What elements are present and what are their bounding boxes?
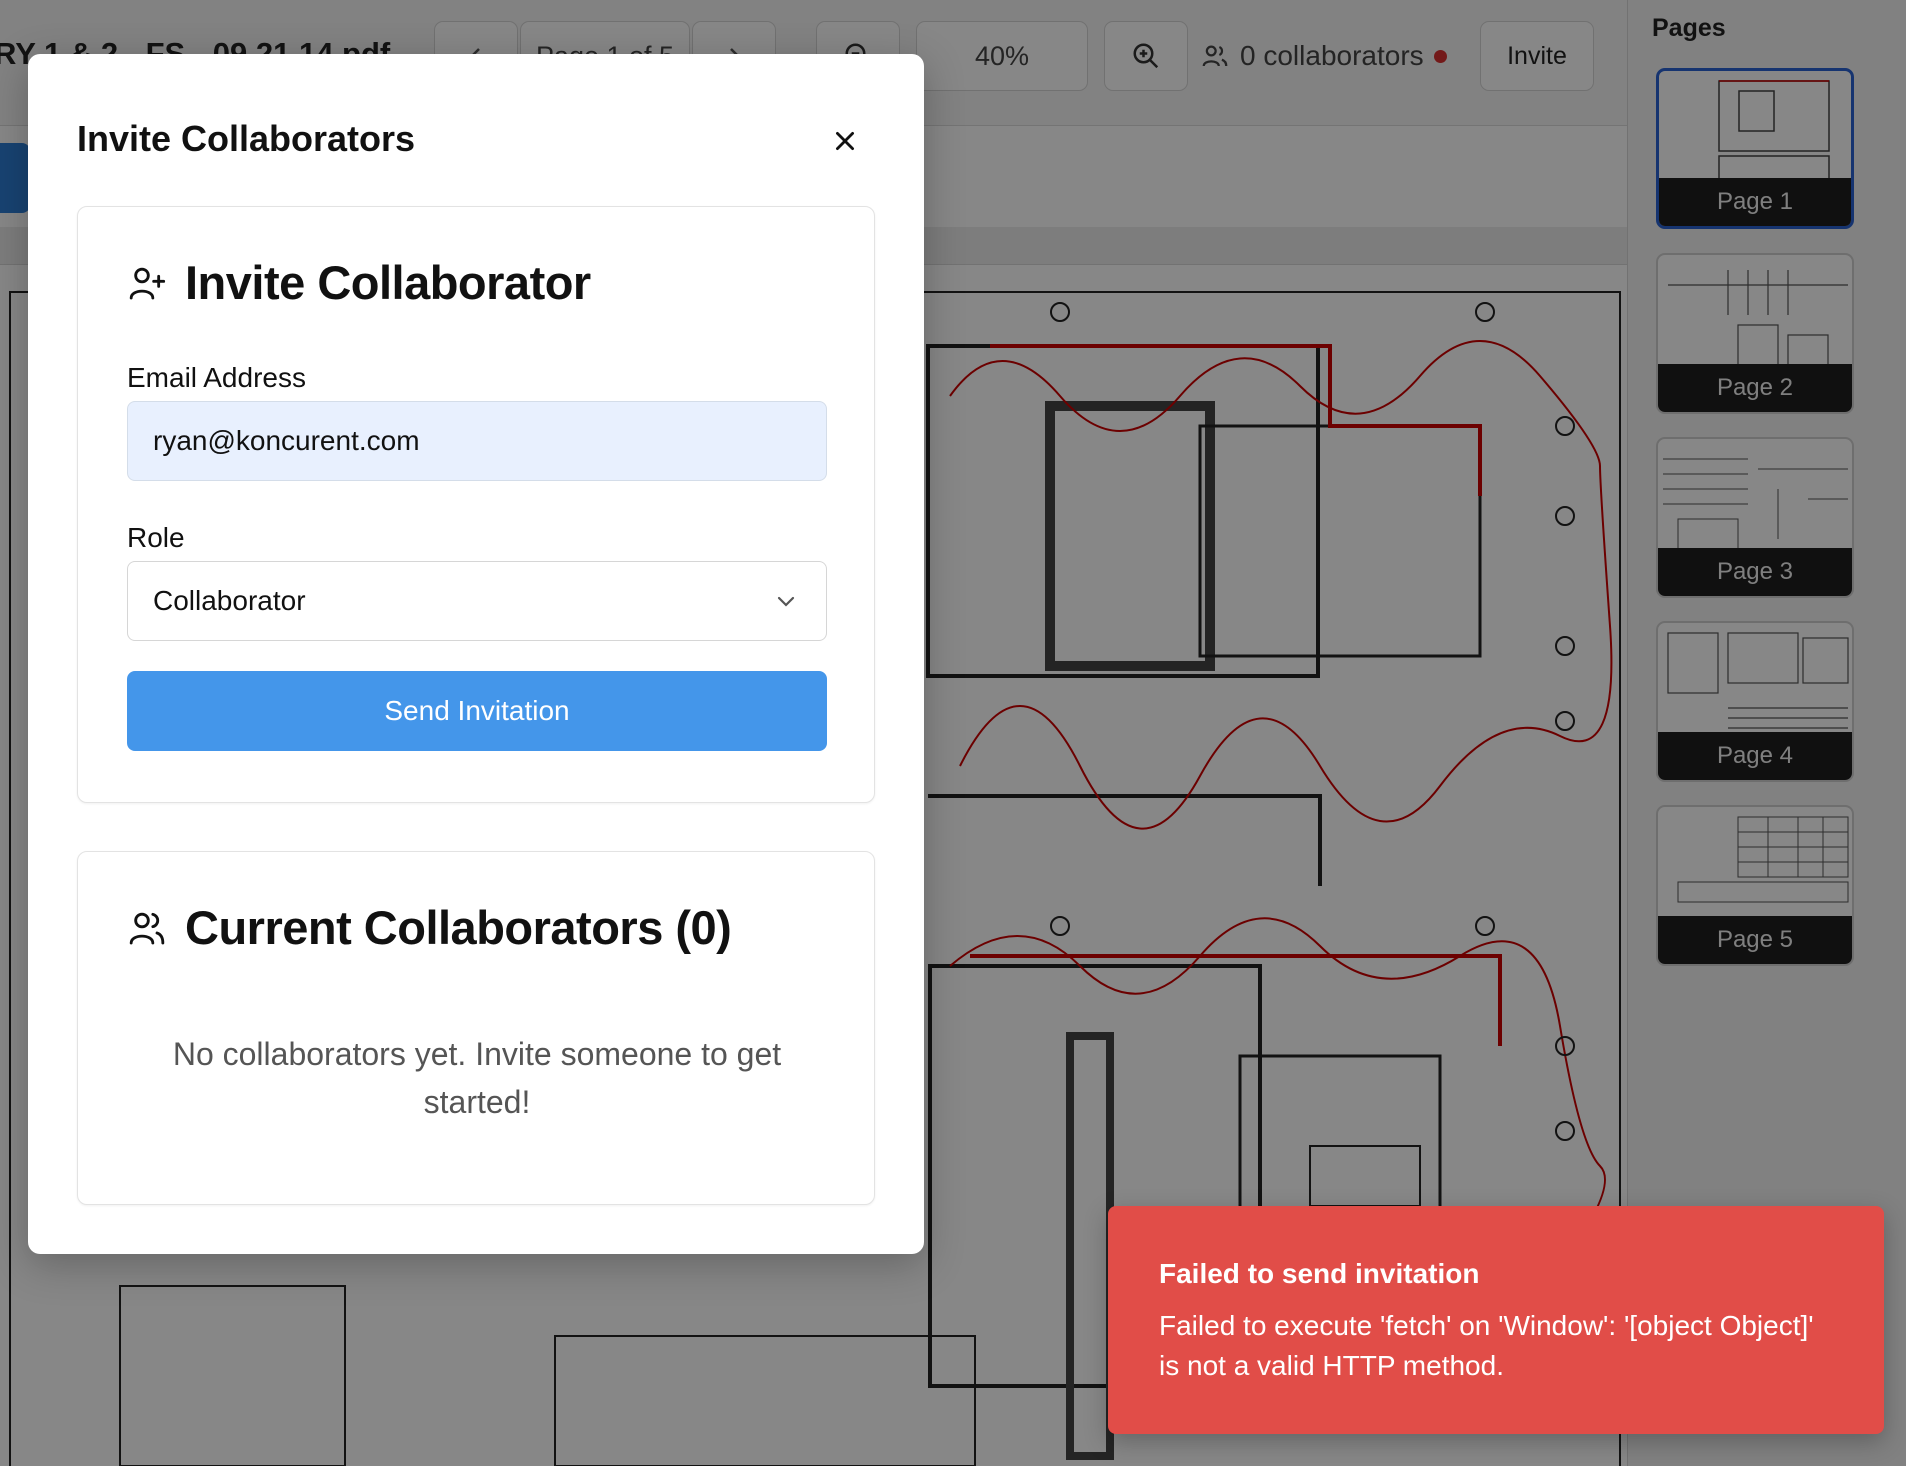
- error-toast[interactable]: Failed to send invitation Failed to exec…: [1108, 1206, 1884, 1434]
- invite-heading-text: Invite Collaborator: [185, 256, 591, 309]
- toast-message: Failed to execute 'fetch' on 'Window': '…: [1159, 1310, 1814, 1381]
- send-invitation-button[interactable]: Send Invitation: [127, 671, 827, 751]
- close-button[interactable]: [822, 118, 868, 164]
- current-collaborators-heading-text: Current Collaborators (0): [185, 901, 732, 954]
- email-label: Email Address: [127, 362, 306, 393]
- toast-title: Failed to send invitation: [1159, 1258, 1480, 1289]
- invite-heading: Invite Collaborator: [127, 255, 591, 310]
- email-field[interactable]: [127, 401, 827, 481]
- chevron-down-icon: [777, 596, 795, 607]
- role-selected-value: Collaborator: [153, 585, 306, 616]
- current-collaborators-heading: Current Collaborators (0): [127, 900, 732, 955]
- dialog-title: Invite Collaborators: [77, 118, 416, 159]
- current-collaborators-card: Current Collaborators (0) No collaborato…: [77, 851, 875, 1205]
- invite-collaborator-card: Invite Collaborator Email Address Role C…: [77, 206, 875, 803]
- users-icon: [129, 912, 165, 944]
- role-select[interactable]: Collaborator: [127, 561, 827, 641]
- empty-state-message: No collaborators yet. Invite someone to …: [172, 1036, 782, 1120]
- user-plus-icon: [129, 267, 166, 299]
- invite-collaborators-dialog: Invite Collaborators Invite Collaborator…: [28, 54, 924, 1254]
- close-icon: [836, 132, 854, 150]
- role-label: Role: [127, 522, 185, 553]
